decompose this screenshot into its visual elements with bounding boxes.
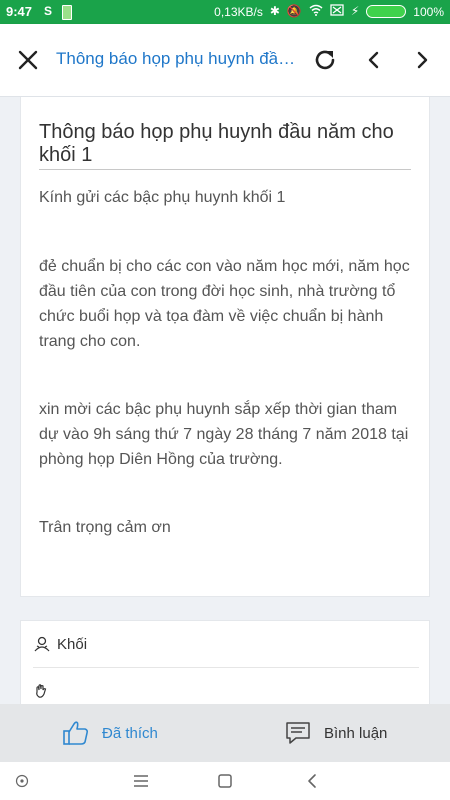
previous-button[interactable]	[360, 46, 388, 74]
group-icon	[34, 636, 50, 652]
article-heading: Thông báo họp phụ huynh đầu năm cho khối…	[39, 121, 411, 170]
wifi-icon	[309, 4, 323, 19]
home-square-icon	[218, 774, 232, 788]
meta-card: Khối	[20, 620, 430, 704]
group-label: Khối	[57, 635, 88, 653]
article-card: Thông báo họp phụ huynh đầu năm cho khối…	[20, 97, 430, 597]
status-time: 9:47	[6, 4, 33, 19]
chevron-right-icon	[417, 51, 428, 69]
page-title: Thông báo họp phụ huynh đầu ...	[56, 49, 304, 68]
status-bar: 9:47 S 0,13KB/s ✱ 🔕 ⚡ 100%	[0, 0, 450, 24]
article-paragraph: đẻ chuẩn bị cho các con vào năm học mới,…	[39, 258, 410, 350]
refresh-icon	[315, 50, 335, 70]
hand-icon	[36, 684, 47, 698]
network-speed: 0,13KB/s	[214, 4, 263, 19]
chevron-left-icon	[368, 51, 379, 69]
menu-icon	[134, 775, 148, 787]
refresh-button[interactable]	[311, 46, 339, 74]
article-paragraph: xin mời các bậc phụ huynh sắp xếp thời g…	[39, 401, 409, 468]
next-button[interactable]	[408, 46, 436, 74]
content-area[interactable]: Thông báo họp phụ huynh đầu năm cho khối…	[0, 97, 450, 704]
s-notification-icon: S	[44, 4, 53, 18]
status-right: 0,13KB/s ✱ 🔕 ⚡ 100%	[214, 4, 444, 19]
like-button[interactable]: Đã thích	[62, 704, 158, 762]
comment-label: Bình luận	[324, 724, 388, 742]
thumbs-up-icon	[63, 721, 89, 745]
assistant-icon	[15, 774, 29, 788]
small-battery-icon	[62, 5, 72, 20]
back-button[interactable]	[301, 770, 323, 792]
battery-percent: 100%	[413, 4, 444, 19]
system-nav-bar	[0, 762, 450, 800]
charging-icon: ⚡	[350, 4, 360, 18]
menu-button[interactable]	[130, 770, 152, 792]
comment-button[interactable]: Bình luận	[284, 704, 387, 762]
back-icon	[308, 774, 316, 788]
comment-icon	[286, 722, 310, 744]
mute-bell-icon: 🔕	[286, 4, 302, 18]
article-paragraph: Trân trọng cảm ơn	[39, 519, 171, 536]
group-row[interactable]: Khối	[33, 621, 419, 668]
close-icon	[18, 50, 38, 70]
article-paragraph: Kính gửi các bậc phụ huynh khối 1	[39, 189, 286, 206]
battery-icon	[366, 5, 407, 18]
app-bar: Thông báo họp phụ huynh đầu ...	[0, 24, 450, 97]
bluetooth-icon: ✱	[269, 4, 280, 18]
hand-row[interactable]	[33, 668, 419, 704]
no-sim-icon	[330, 4, 344, 19]
assistant-button[interactable]	[11, 770, 33, 792]
like-label: Đã thích	[102, 724, 158, 742]
action-bar: Đã thích Bình luận	[0, 704, 450, 762]
home-button[interactable]	[214, 770, 236, 792]
close-button[interactable]	[16, 48, 40, 72]
